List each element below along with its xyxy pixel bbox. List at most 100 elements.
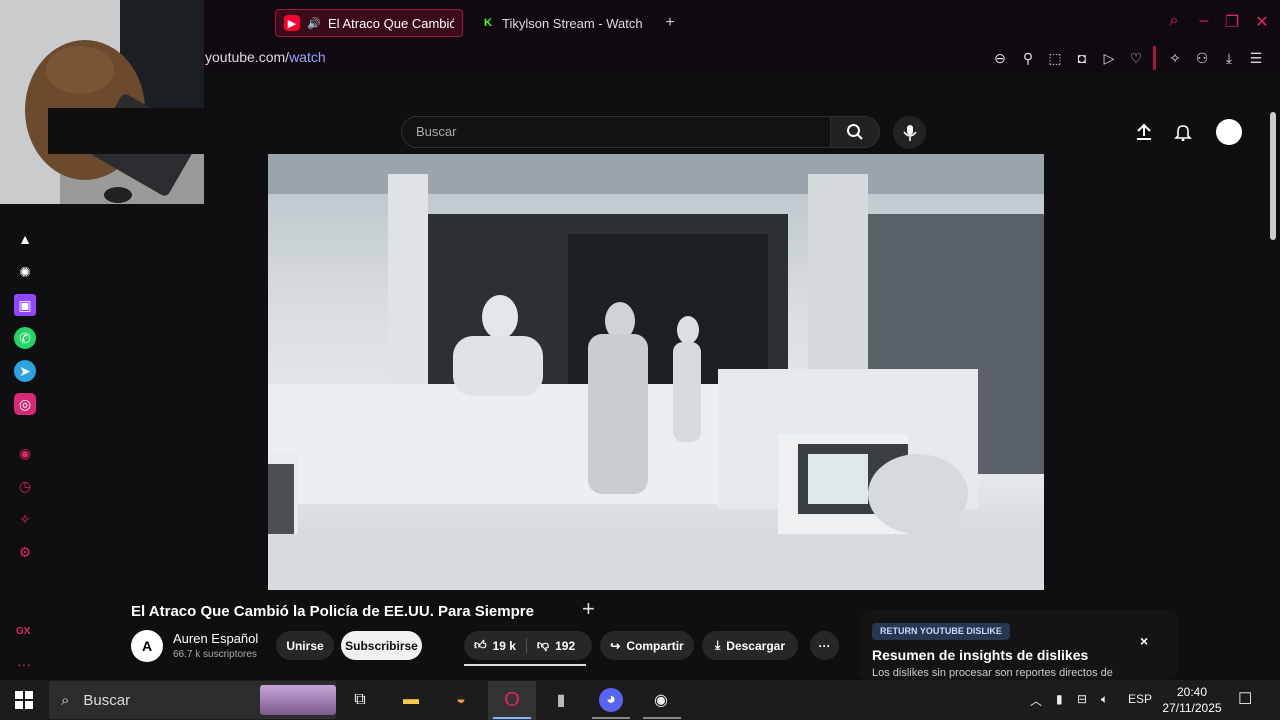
channel-name[interactable]: Auren Español xyxy=(173,631,258,646)
recorder-app-icon[interactable]: ▮ xyxy=(549,688,573,712)
download-button[interactable]: ⤓ Descargar xyxy=(702,631,798,660)
network-icon[interactable]: ⊟ xyxy=(1077,692,1087,706)
notification-center-icon[interactable]: ☐ xyxy=(1238,689,1252,709)
menu-icon[interactable]: ☰ xyxy=(1246,48,1266,68)
share-label: Compartir xyxy=(626,638,684,653)
telegram-icon[interactable]: ➤ xyxy=(14,360,36,382)
dislike-button[interactable]: 👎︎ 192 xyxy=(527,638,575,653)
video-player[interactable] xyxy=(268,154,1044,590)
heart-icon[interactable]: ♡ xyxy=(1126,48,1146,68)
ryd-title: Resumen de insights de dislikes xyxy=(872,647,1089,663)
speaker-icon[interactable]: 🔊 xyxy=(306,15,322,31)
dislike-count: 192 xyxy=(555,638,576,653)
file-explorer-icon[interactable]: ▬ xyxy=(399,688,423,712)
tray-expand-icon[interactable]: ︿ xyxy=(1030,692,1042,709)
clock-time: 20:40 xyxy=(1176,685,1208,699)
opera-gx-icon[interactable]: O xyxy=(500,688,524,712)
mic-button[interactable] xyxy=(893,116,926,149)
join-label: Unirse xyxy=(286,638,324,653)
subscribe-button[interactable]: Subscribirse xyxy=(341,631,422,660)
tab-youtube[interactable]: ▶ 🔊 El Atraco Que Cambió la Policía de E… xyxy=(275,9,463,37)
download-icon[interactable]: ⤓ xyxy=(1219,48,1239,68)
instagram-icon[interactable]: ◎ xyxy=(14,393,36,415)
thumbs-up-icon: 👍︎ xyxy=(474,638,487,652)
discord-icon[interactable]: ◕ xyxy=(599,688,623,712)
close-icon[interactable]: ✕ xyxy=(1252,12,1272,32)
taskbar-search-icon: ⌕ xyxy=(61,691,70,709)
ryd-text: Los dislikes sin procesar son reportes d… xyxy=(872,667,1113,679)
more-icon: ··· xyxy=(818,638,831,653)
url-field[interactable]: youtube.com/watch xyxy=(205,49,326,65)
app-icon[interactable]: ◒ xyxy=(449,688,473,712)
task-view-icon[interactable]: ⧉ xyxy=(348,688,372,712)
zoom-icon[interactable]: ⊖ xyxy=(990,48,1010,68)
account-avatar[interactable] xyxy=(1216,119,1242,145)
pocket-icon[interactable]: ◘ xyxy=(1072,48,1092,68)
twitch-icon[interactable]: ▣ xyxy=(14,294,36,316)
clock-date: 27/11/2025 xyxy=(1162,701,1222,715)
webcam-image xyxy=(0,0,204,204)
search-button[interactable] xyxy=(830,116,880,148)
language-indicator[interactable]: ESP xyxy=(1128,692,1152,706)
obs-icon[interactable]: ◉ xyxy=(649,688,673,712)
tab-label: Tikylson Stream - Watch Live xyxy=(502,15,644,31)
like-button[interactable]: 👍︎ 19 k xyxy=(474,638,527,653)
running-indicator xyxy=(643,717,681,719)
history-icon[interactable]: ◷ xyxy=(14,475,36,497)
download-arrow-icon: ⤓ xyxy=(714,638,721,652)
ryd-close-button[interactable]: × xyxy=(1140,633,1148,649)
url-host: youtube.com/ xyxy=(205,49,290,65)
taskbar-search[interactable]: ⌕ Buscar xyxy=(49,681,336,719)
windows-start-icon[interactable] xyxy=(12,688,36,712)
volume-icon[interactable]: 🔈︎ xyxy=(1101,692,1108,707)
new-tab-button[interactable]: + xyxy=(660,13,680,33)
maximize-icon[interactable]: ❐ xyxy=(1222,12,1242,32)
running-indicator xyxy=(592,717,630,719)
sidebar-more-icon[interactable]: ··· xyxy=(17,656,31,672)
download-label: Descargar xyxy=(726,638,786,653)
webcam-overlay xyxy=(0,0,204,204)
share-icon: ↪ xyxy=(610,638,621,653)
subscriber-count: 66.7 k suscriptores xyxy=(173,649,257,660)
send-icon[interactable]: ▷ xyxy=(1099,48,1119,68)
url-path: watch xyxy=(289,49,326,65)
tab-label: El Atraco Que Cambió la Policía de EE.UU… xyxy=(328,15,454,31)
toolbar-divider xyxy=(1153,46,1156,70)
tray-device-icon[interactable]: ▮ xyxy=(1056,692,1063,706)
video-frame xyxy=(268,154,1044,590)
search-highlight-image xyxy=(260,685,336,715)
channel-avatar[interactable]: A xyxy=(131,630,163,662)
upload-icon[interactable] xyxy=(1132,120,1156,144)
whatsapp-icon[interactable]: ✆ xyxy=(14,327,36,349)
search-icon xyxy=(847,124,863,140)
share-button[interactable]: ↪ Compartir xyxy=(600,631,694,660)
more-actions-button[interactable]: ··· xyxy=(810,631,839,660)
gx-badge[interactable]: GX xyxy=(16,626,30,637)
like-ratio-bar xyxy=(464,664,586,666)
extensions-sidebar-icon[interactable]: ✧ xyxy=(14,508,36,530)
join-button[interactable]: Unirse xyxy=(276,631,334,660)
notifications-icon[interactable] xyxy=(1171,120,1195,144)
like-count: 19 k xyxy=(492,638,516,653)
profile-icon[interactable]: ⚇ xyxy=(1192,48,1212,68)
pin-icon[interactable]: ⚲ xyxy=(1018,48,1038,68)
active-app-indicator xyxy=(493,717,531,719)
page-scrollbar[interactable] xyxy=(1270,112,1276,240)
search-tabs-icon[interactable]: ⌕ xyxy=(1164,12,1184,30)
ryd-badge: RETURN YOUTUBE DISLIKE xyxy=(872,623,1010,640)
minimize-icon[interactable]: – xyxy=(1194,12,1214,30)
youtube-icon: ▶ xyxy=(284,15,300,31)
extensions-icon[interactable]: ✧ xyxy=(1165,48,1185,68)
player-icon[interactable]: ◉ xyxy=(14,442,36,464)
cursor-crosshair-icon: + xyxy=(582,596,595,621)
taskbar-search-label: Buscar xyxy=(83,691,131,709)
snapshot-icon[interactable]: ⬚ xyxy=(1045,48,1065,68)
youtube-search-input[interactable]: Buscar xyxy=(401,116,831,148)
settings-icon[interactable]: ⚙ xyxy=(14,541,36,563)
clock[interactable]: 20:40 27/11/2025 xyxy=(1160,684,1224,716)
kick-icon: K xyxy=(484,17,492,29)
aria-icon[interactable]: ▲ xyxy=(14,228,36,250)
tab-kick[interactable]: K Tikylson Stream - Watch Live xyxy=(472,9,652,37)
like-dislike-group: 👍︎ 19 k 👎︎ 192 xyxy=(464,631,592,660)
chatgpt-icon[interactable]: ✺ xyxy=(14,261,36,283)
